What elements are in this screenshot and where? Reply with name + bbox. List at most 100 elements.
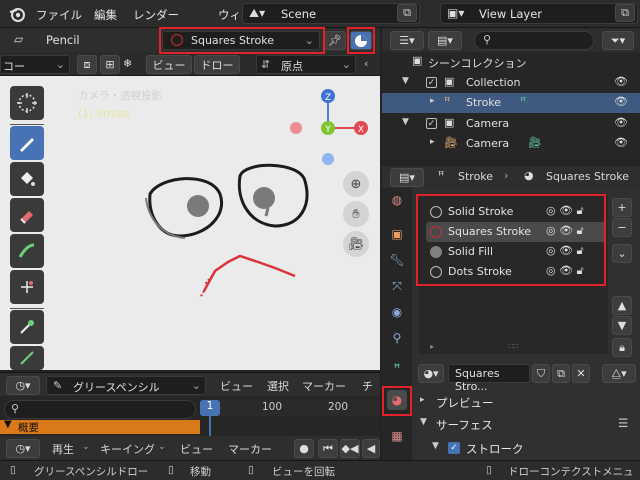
material-name-field[interactable]: Squares Stro... bbox=[448, 364, 530, 393]
outliner-row-collection[interactable]: ▼ ✓ ▣ Collection 👁︎ bbox=[382, 73, 640, 93]
copy-view-layer-icon[interactable]: ⧉ bbox=[615, 4, 635, 22]
section-stroke[interactable]: ▼ ✓ ストローク bbox=[412, 438, 640, 460]
eye-icon[interactable]: 👁︎ bbox=[614, 136, 628, 149]
menu-render[interactable]: レンダー bbox=[133, 7, 179, 23]
outliner-row-stroke[interactable]: ▸ ꟸ Stroke ꟸ 👁︎ bbox=[382, 93, 640, 113]
viewport-canvas[interactable]: カメラ・透視投影 (1) Stroke Z X Y ⊕ ✋︎ 🎥︎ bbox=[0, 76, 380, 370]
menu-edit[interactable]: 編集 bbox=[94, 7, 117, 23]
mouse-icon: ▯ bbox=[486, 464, 492, 476]
resize-handle-icon[interactable]: ▸ bbox=[430, 342, 434, 351]
zoom-icon[interactable]: ⊕ bbox=[343, 171, 369, 197]
constraints-tab-icon[interactable]: ⚲ bbox=[387, 328, 407, 348]
texture-tab-icon[interactable]: ▦ bbox=[387, 426, 407, 446]
summary-channel[interactable]: ▼ 概要 bbox=[0, 419, 200, 434]
display-mode-icon[interactable]: ▤▾ bbox=[428, 31, 462, 50]
grip-icon[interactable]: ∷∷ bbox=[508, 342, 518, 351]
outliner-editor-icon[interactable]: ☰▾ bbox=[390, 31, 424, 50]
editor-type-icon[interactable]: ▱ bbox=[14, 32, 32, 48]
properties-editor-icon[interactable]: ▤▾ bbox=[390, 168, 424, 187]
stroke-checkbox-icon[interactable]: ✓ bbox=[448, 442, 460, 454]
camera-view-icon[interactable]: 🎥︎ bbox=[343, 231, 369, 257]
eye-icon[interactable]: 👁︎ bbox=[614, 75, 628, 88]
world-tab-icon[interactable]: ◍ bbox=[387, 190, 407, 210]
keying-menu[interactable]: キーイング bbox=[100, 441, 155, 457]
list-menu-icon[interactable]: ☰ bbox=[618, 416, 628, 430]
current-frame[interactable]: 1 bbox=[200, 400, 220, 416]
search-input[interactable]: ⚲ bbox=[4, 400, 196, 419]
view-menu[interactable]: ビュー bbox=[180, 441, 213, 457]
playhead[interactable] bbox=[209, 416, 211, 436]
copy-scene-icon[interactable]: ⧉ bbox=[397, 4, 417, 22]
multiframe-icon[interactable]: ⊞ bbox=[100, 55, 120, 74]
scene-collection-icon: ▣ bbox=[412, 54, 423, 67]
physics-tab-icon[interactable]: ◉ bbox=[387, 302, 407, 322]
view-button[interactable]: ビュー bbox=[146, 55, 192, 74]
frame-ruler[interactable] bbox=[200, 400, 380, 416]
record-icon[interactable]: ● bbox=[294, 439, 314, 458]
dopesheet-mode-dropdown[interactable]: ✎ グリースペンシル ⌄ bbox=[46, 376, 206, 395]
section-surface[interactable]: ▼ サーフェス ☰ bbox=[412, 414, 640, 436]
outliner-row-scene-collection[interactable]: ▣ シーンコレクション bbox=[382, 52, 640, 72]
line-tool-icon[interactable] bbox=[10, 346, 44, 370]
navigation-gizmo[interactable]: Z X Y bbox=[286, 86, 376, 176]
fill-tool-icon[interactable] bbox=[10, 162, 44, 196]
expand-arrow-icon: ▼ bbox=[432, 441, 439, 451]
jump-start-icon[interactable]: ⏮ bbox=[318, 439, 338, 458]
snowflake-icon[interactable]: ❄ bbox=[123, 57, 132, 70]
effects-tab-icon[interactable]: ⤧ bbox=[387, 276, 407, 296]
mode-dropdown[interactable]: コー ⌄ bbox=[0, 55, 70, 74]
menu-select[interactable]: 選択 bbox=[267, 378, 289, 394]
section-preview[interactable]: ▸ プレビュー bbox=[412, 392, 640, 414]
checkbox-icon[interactable]: ✓ bbox=[426, 118, 437, 129]
modifier-tab-icon[interactable]: 🔧︎ bbox=[387, 250, 407, 270]
tint-tool-icon[interactable] bbox=[10, 234, 44, 268]
remove-slot-button[interactable]: − bbox=[612, 218, 632, 237]
add-slot-button[interactable]: + bbox=[612, 198, 632, 217]
play-reverse-icon[interactable]: ◀ bbox=[362, 439, 380, 458]
menu-marker[interactable]: マーカー bbox=[302, 378, 346, 394]
duplicate-icon[interactable]: ⧉ bbox=[552, 364, 570, 383]
eyedropper-tool-icon[interactable] bbox=[10, 310, 44, 344]
lock-icon[interactable]: 🔒︎ bbox=[612, 338, 632, 357]
draw-pencil-tool-icon[interactable] bbox=[10, 126, 44, 160]
scene-selector[interactable]: ⛰▾ Scene ⧉ bbox=[242, 3, 420, 24]
dopesheet-body[interactable]: ⚲ 1 100 200 ▼ 概要 bbox=[0, 396, 380, 436]
menu-file[interactable]: ファイル bbox=[36, 7, 82, 23]
fake-user-icon[interactable]: ⛉ bbox=[532, 364, 550, 383]
filter-icon[interactable]: ⏷▾ bbox=[602, 31, 634, 50]
close-icon[interactable]: ✕ bbox=[572, 364, 590, 383]
canvas-icon[interactable]: ⧈ bbox=[77, 55, 97, 74]
pin-icon[interactable]: 📌︎ bbox=[324, 31, 346, 50]
editor-type-dropdown-icon[interactable]: ◷▾ bbox=[6, 376, 40, 395]
properties-body: Solid Stroke ◎ 👁︎ 🔓︎ Squares Stroke ◎ 👁︎… bbox=[412, 188, 640, 460]
link-dropdown-icon[interactable]: ⧋▾ bbox=[602, 364, 636, 383]
move-down-icon[interactable]: ▼ bbox=[612, 316, 632, 335]
outliner-row-camera[interactable]: ▸ 🎥︎ Camera 🎥︎ 👁︎ bbox=[382, 134, 640, 154]
cutter-tool-icon[interactable] bbox=[10, 270, 44, 304]
material-browse-icon[interactable]: ◕▾ bbox=[418, 364, 444, 383]
blender-logo-icon[interactable] bbox=[8, 5, 26, 23]
origin-dropdown[interactable]: ⇵ 原点 ⌄ bbox=[256, 55, 356, 74]
view-layer-selector[interactable]: ▣▾ View Layer ⧉ bbox=[440, 3, 638, 24]
object-tab-icon[interactable]: ▣ bbox=[387, 224, 407, 244]
playback-menu[interactable]: 再生 bbox=[52, 441, 74, 457]
draw-button[interactable]: ドロー bbox=[194, 55, 240, 74]
outliner-header: ☰▾ ▤▾ ⚲ ⏷▾ bbox=[382, 28, 640, 52]
outliner-search-input[interactable]: ⚲ bbox=[474, 31, 594, 50]
frame-tick: 200 bbox=[328, 401, 349, 413]
eye-icon[interactable]: 👁︎ bbox=[614, 116, 628, 129]
checkbox-icon[interactable]: ✓ bbox=[426, 77, 437, 88]
eye-icon[interactable]: 👁︎ bbox=[614, 95, 628, 108]
select-circle-tool-icon[interactable] bbox=[10, 86, 44, 120]
marker-menu[interactable]: マーカー bbox=[228, 441, 272, 457]
pan-hand-icon[interactable]: ✋︎ bbox=[343, 201, 369, 227]
timeline-editor-icon[interactable]: ◷▾ bbox=[6, 439, 40, 458]
slot-menu-icon[interactable]: ⌄ bbox=[612, 244, 632, 263]
outliner-row-camera-collection[interactable]: ▼ ✓ ▣ Camera 👁︎ bbox=[382, 114, 640, 134]
data-tab-icon[interactable]: ꟸ bbox=[387, 358, 407, 378]
menu-view[interactable]: ビュー bbox=[220, 378, 253, 394]
chevron-left-icon[interactable]: ‹ bbox=[364, 57, 368, 70]
move-up-icon[interactable]: ▲ bbox=[612, 296, 632, 315]
prev-key-icon[interactable]: ◆◀ bbox=[340, 439, 360, 458]
erase-tool-icon[interactable] bbox=[10, 198, 44, 232]
